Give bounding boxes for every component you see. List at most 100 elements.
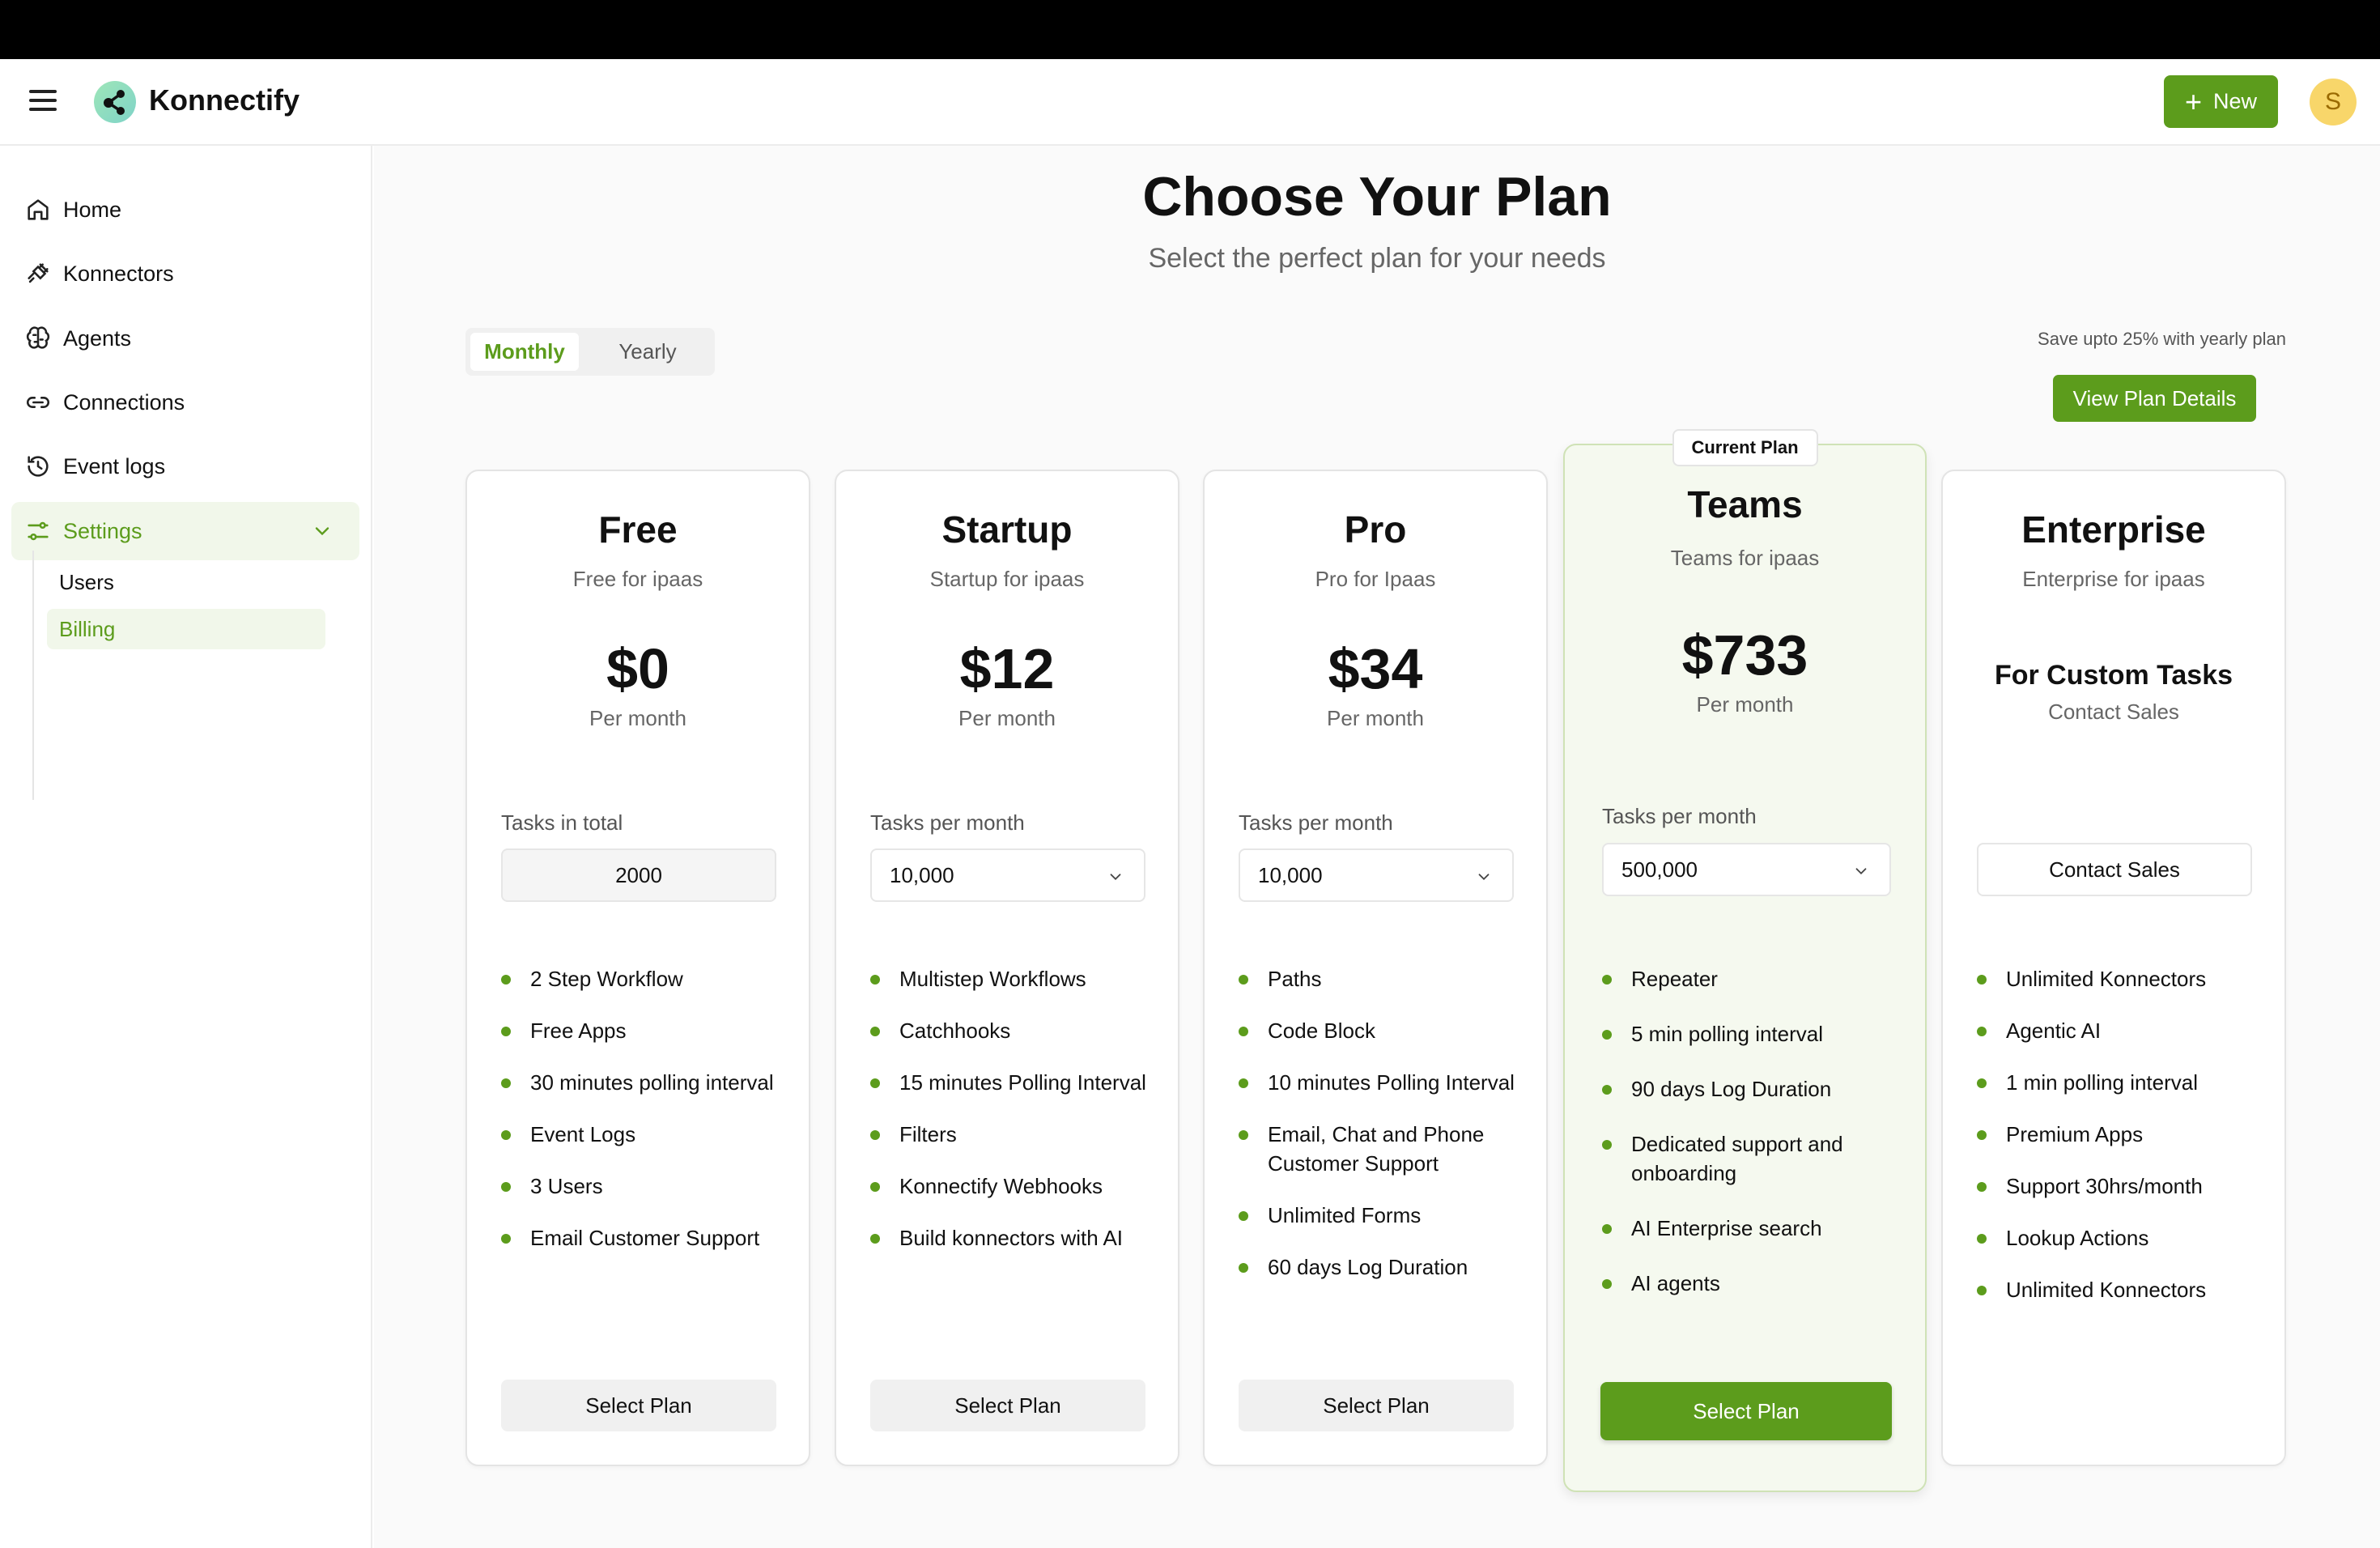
view-plan-details-button[interactable]: View Plan Details <box>2053 375 2256 422</box>
new-button-label: New <box>2213 89 2258 113</box>
feature-item: 2 Step Workflow <box>501 964 784 993</box>
feature-item: 10 minutes Polling Interval <box>1239 1068 1522 1097</box>
feature-item: Unlimited Konnectors <box>1977 964 2260 993</box>
konnectify-logo-icon <box>94 81 136 123</box>
feature-item: Free Apps <box>501 1016 784 1045</box>
feature-item: Email, Chat and Phone Customer Support <box>1239 1120 1522 1178</box>
sidebar-item-agents[interactable]: Agents <box>11 309 359 368</box>
sidebar-item-connections[interactable]: Connections <box>11 373 359 432</box>
feature-item: 1 min polling interval <box>1977 1068 2260 1097</box>
feature-item: Repeater <box>1602 964 1891 993</box>
feature-item: Unlimited Forms <box>1239 1201 1522 1230</box>
plan-period: Per month <box>958 706 1056 730</box>
tasks-select-value: 10,000 <box>890 862 954 887</box>
feature-item: Unlimited Konnectors <box>1977 1275 2260 1304</box>
sidebar-item-event-logs[interactable]: Event logs <box>11 437 359 495</box>
sidebar: Home Konnectors Agents Connections Event… <box>0 146 372 1548</box>
plan-description: Pro for Ipaas <box>1315 567 1436 591</box>
toggle-yearly[interactable]: Yearly <box>587 333 708 371</box>
toggle-monthly[interactable]: Monthly <box>470 333 579 371</box>
brain-icon <box>26 326 50 349</box>
sidebar-item-label: Event logs <box>63 453 166 478</box>
tasks-select[interactable]: 10,000 <box>870 848 1145 902</box>
tasks-label: Tasks per month <box>870 810 1025 835</box>
contact-sales-button[interactable]: Contact Sales <box>1977 843 2252 896</box>
brand-name: Konnectify <box>149 83 300 117</box>
feature-item: Support 30hrs/month <box>1977 1172 2260 1201</box>
page-subtitle: Select the perfect plan for your needs <box>1148 243 1606 274</box>
menu-icon[interactable] <box>29 90 57 114</box>
feature-item: Build konnectors with AI <box>870 1223 1154 1252</box>
save-note: Save upto 25% with yearly plan <box>2038 329 2286 349</box>
feature-list: Repeater 5 min polling interval 90 days … <box>1602 964 1891 1298</box>
plan-card-startup: Startup Startup for ipaas $12 Per month … <box>835 470 1179 1466</box>
window-top-bar <box>0 0 2380 59</box>
feature-item: Konnectify Webhooks <box>870 1172 1154 1201</box>
home-icon <box>28 199 49 220</box>
sidebar-subitem-billing[interactable]: Billing <box>47 609 325 649</box>
feature-list: Multistep Workflows Catchhooks 15 minute… <box>870 964 1154 1252</box>
feature-item: Event Logs <box>501 1120 784 1149</box>
plan-description: Startup for ipaas <box>929 567 1085 591</box>
tasks-label: Tasks in total <box>501 810 623 835</box>
select-plan-button[interactable]: Select Plan <box>870 1380 1145 1431</box>
history-icon <box>28 456 49 477</box>
tasks-label: Tasks per month <box>1239 810 1393 835</box>
plan-contact-note: Contact Sales <box>2048 700 2179 724</box>
sidebar-item-settings[interactable]: Settings <box>11 502 359 560</box>
avatar[interactable]: S <box>2310 79 2357 125</box>
sidebar-item-label: Konnectors <box>63 261 174 286</box>
chevron-down-icon <box>1855 868 1867 875</box>
plan-card-free: Free Free for ipaas $0 Per month Tasks i… <box>465 470 810 1466</box>
tasks-select[interactable]: 500,000 <box>1602 843 1891 896</box>
feature-item: AI agents <box>1602 1269 1891 1298</box>
feature-item: Email Customer Support <box>501 1223 784 1252</box>
select-plan-button[interactable]: Select Plan <box>501 1380 776 1431</box>
sidebar-subitem-users[interactable]: Users <box>47 562 325 602</box>
feature-item: 3 Users <box>501 1172 784 1201</box>
chevron-down-icon[interactable] <box>311 520 334 542</box>
feature-item: Premium Apps <box>1977 1120 2260 1149</box>
feature-list: Paths Code Block 10 minutes Polling Inte… <box>1239 964 1522 1282</box>
feature-item: Agentic AI <box>1977 1016 2260 1045</box>
page-title: Choose Your Plan <box>1142 166 1612 228</box>
plan-description: Enterprise for ipaas <box>2022 567 2205 591</box>
feature-item: Dedicated support and onboarding <box>1602 1129 1891 1188</box>
feature-item: AI Enterprise search <box>1602 1214 1891 1243</box>
plan-price: $733 <box>1681 623 1808 687</box>
sidebar-item-label: Home <box>63 197 122 222</box>
tasks-select[interactable]: 10,000 <box>1239 848 1514 902</box>
plan-name: Startup <box>941 508 1073 551</box>
plan-period: Per month <box>1696 692 1794 717</box>
app-header: Konnectify + New S <box>0 59 2380 146</box>
tasks-label: Tasks per month <box>1602 804 1757 828</box>
sidebar-item-label: Agents <box>63 325 132 351</box>
plan-name: Teams <box>1687 483 1803 525</box>
chevron-down-icon <box>1478 874 1490 881</box>
sidebar-item-label: Settings <box>63 518 142 543</box>
link-icon <box>27 397 49 408</box>
chevron-down-icon <box>1110 874 1121 881</box>
sliders-icon <box>28 521 49 541</box>
feature-item: 30 minutes polling interval <box>501 1068 784 1097</box>
tasks-value: 2000 <box>501 848 776 902</box>
feature-item: Filters <box>870 1120 1154 1149</box>
billing-toggle: Monthly Yearly <box>465 328 715 376</box>
select-plan-button[interactable]: Select Plan <box>1600 1382 1892 1440</box>
plan-description: Free for ipaas <box>572 567 703 591</box>
plus-icon: + <box>2184 84 2202 118</box>
submenu-rule <box>32 551 34 800</box>
sidebar-item-home[interactable]: Home <box>11 181 359 239</box>
feature-item: Paths <box>1239 964 1522 993</box>
tasks-select-value: 10,000 <box>1258 862 1323 887</box>
select-plan-button[interactable]: Select Plan <box>1239 1380 1514 1431</box>
sidebar-item-konnectors[interactable]: Konnectors <box>11 245 359 303</box>
plan-card-pro: Pro Pro for Ipaas $34 Per month Tasks pe… <box>1203 470 1548 1466</box>
plan-custom-tasks: For Custom Tasks <box>1994 660 2233 691</box>
new-button[interactable]: + New <box>2164 75 2278 128</box>
feature-item: 60 days Log Duration <box>1239 1252 1522 1282</box>
feature-item: Catchhooks <box>870 1016 1154 1045</box>
feature-item: Multistep Workflows <box>870 964 1154 993</box>
plan-name: Pro <box>1344 508 1407 551</box>
feature-item: 15 minutes Polling Interval <box>870 1068 1154 1097</box>
